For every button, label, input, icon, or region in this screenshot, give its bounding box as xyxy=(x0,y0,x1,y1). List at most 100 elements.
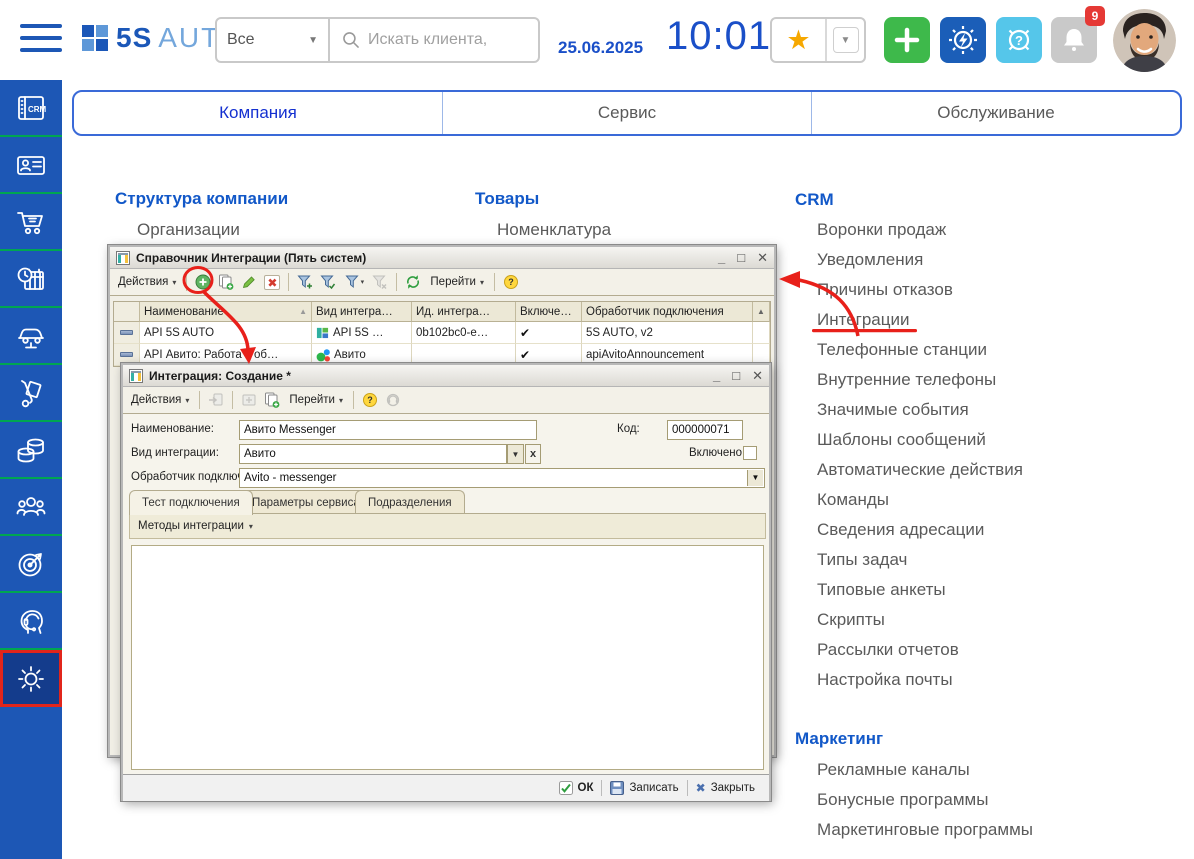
avito-logo-icon xyxy=(316,348,330,362)
refresh-button[interactable] xyxy=(403,273,423,292)
menu-item-notifications[interactable]: Уведомления xyxy=(817,250,923,270)
menu-item-phone-stations[interactable]: Телефонные станции xyxy=(817,340,987,360)
favorites-dropdown[interactable]: ▼ xyxy=(827,19,864,61)
sidebar-item-finance[interactable] xyxy=(0,422,62,479)
menu-item-addressing-info[interactable]: Сведения адресации xyxy=(817,520,984,540)
menu-item-organizations[interactable]: Организации xyxy=(137,220,240,240)
tab-maintenance[interactable]: Обслуживание xyxy=(811,92,1180,134)
name-field[interactable]: Авито Messenger xyxy=(239,420,537,440)
tab-connection-test[interactable]: Тест подключения xyxy=(129,490,253,515)
tab-departments[interactable]: Подразделения xyxy=(355,490,465,514)
menu-item-message-templates[interactable]: Шаблоны сообщений xyxy=(817,430,986,450)
maximize-button[interactable]: □ xyxy=(737,249,745,267)
close-button[interactable]: ✕ xyxy=(757,249,768,267)
header-enabled[interactable]: Включе… xyxy=(516,302,582,322)
enabled-checkbox[interactable] xyxy=(743,446,757,460)
tab-service[interactable]: Сервис xyxy=(442,92,811,134)
menu-item-integrations[interactable]: Интеграции xyxy=(817,310,910,330)
filter-clear-button[interactable] xyxy=(370,273,390,292)
window1-titlebar[interactable]: Справочник Интеграции (Пять систем) _ □ … xyxy=(110,247,774,269)
menu-item-mail-settings[interactable]: Настройка почты xyxy=(817,670,953,690)
menu-item-nomenclature[interactable]: Номенклатура xyxy=(497,220,611,240)
sidebar-item-service[interactable] xyxy=(0,308,62,365)
copy-button[interactable] xyxy=(262,391,282,410)
menu-item-significant-events[interactable]: Значимые события xyxy=(817,400,969,420)
menu-item-sales-funnels[interactable]: Воронки продаж xyxy=(817,220,946,240)
header-name[interactable]: Наименование▲ xyxy=(140,302,312,322)
header-kind[interactable]: Вид интегра… xyxy=(312,302,412,322)
handler-field[interactable]: Avito - messenger ▼ xyxy=(239,468,765,488)
sidebar-item-delivery[interactable] xyxy=(0,365,62,422)
save-button[interactable]: Записать xyxy=(602,781,686,795)
integration-methods-menu[interactable]: Методы интеграции ▾ xyxy=(129,514,766,539)
maximize-button[interactable]: □ xyxy=(732,367,740,385)
search-input[interactable] xyxy=(368,31,528,49)
close-window-button[interactable]: ✖Закрыть xyxy=(688,781,763,795)
tab-service-params[interactable]: Параметры сервиса xyxy=(239,490,373,514)
kind-dropdown-button[interactable]: ▼ xyxy=(507,444,524,464)
menu-item-marketing-programs[interactable]: Маркетинговые программы xyxy=(817,820,1033,840)
minimize-button[interactable]: _ xyxy=(718,249,725,267)
handler-dropdown-button[interactable]: ▼ xyxy=(747,470,763,486)
favorites-button[interactable]: ★ xyxy=(772,19,827,61)
ok-button[interactable]: ОК xyxy=(551,781,602,795)
sidebar-item-crm[interactable]: CRM xyxy=(0,80,62,137)
edit-row-button[interactable] xyxy=(239,273,259,292)
goto-menu-button[interactable]: Перейти▾ xyxy=(285,392,347,408)
menu-item-teams[interactable]: Команды xyxy=(817,490,889,510)
help-button[interactable]: ? xyxy=(360,391,380,410)
actions-menu-button[interactable]: Действия▾ xyxy=(114,274,180,290)
sidebar-item-contacts[interactable] xyxy=(0,137,62,194)
help-button[interactable]: ? xyxy=(996,17,1042,63)
delete-row-button[interactable]: ✖ xyxy=(262,273,282,292)
copy-row-button[interactable] xyxy=(216,273,236,292)
add-row-button[interactable] xyxy=(193,273,213,292)
hamburger-menu-icon[interactable] xyxy=(20,24,62,56)
post-button[interactable] xyxy=(239,391,259,410)
header-handler[interactable]: Обработчик подключения xyxy=(582,302,753,322)
search-scope-select[interactable]: Все ▼ xyxy=(217,19,330,61)
menu-item-report-mailings[interactable]: Рассылки отчетов xyxy=(817,640,959,660)
reread-button[interactable] xyxy=(206,391,226,410)
sidebar-item-settings[interactable] xyxy=(0,650,62,707)
window2-titlebar[interactable]: Интеграция: Создание * _ □ ✕ xyxy=(123,365,769,387)
menu-item-scripts[interactable]: Скрипты xyxy=(817,610,885,630)
sidebar-item-support[interactable] xyxy=(0,593,62,650)
sidebar-item-schedule[interactable] xyxy=(0,251,62,308)
table-row[interactable]: API 5S AUTO API 5S … 0b102bc0-e… ✔ 5S AU… xyxy=(114,322,770,344)
contact-card-icon xyxy=(15,149,47,181)
sidebar-item-targets[interactable] xyxy=(0,536,62,593)
actions-menu-button[interactable]: Действия▾ xyxy=(127,392,193,408)
menu-item-task-types[interactable]: Типы задач xyxy=(817,550,907,570)
close-button[interactable]: ✕ xyxy=(752,367,763,385)
kind-clear-button[interactable]: x xyxy=(525,444,541,464)
minimize-button[interactable]: _ xyxy=(713,367,720,385)
add-icon xyxy=(195,274,211,290)
main-tabbar: Компания Сервис Обслуживание xyxy=(72,90,1182,136)
user-avatar[interactable] xyxy=(1113,9,1176,72)
filter-history-button[interactable]: ▾ xyxy=(341,273,367,292)
menu-item-refusal-reasons[interactable]: Причины отказов xyxy=(817,280,953,300)
scroll-up-button[interactable]: ▲ xyxy=(753,302,770,322)
filter-settings-button[interactable] xyxy=(318,273,338,292)
sidebar-item-sales[interactable] xyxy=(0,194,62,251)
sidebar-item-team[interactable] xyxy=(0,479,62,536)
settings-button[interactable] xyxy=(940,17,986,63)
menu-item-auto-actions[interactable]: Автоматические действия xyxy=(817,460,1023,480)
header-id[interactable]: Ид. интегра… xyxy=(412,302,516,322)
code-field[interactable]: 000000071 xyxy=(667,420,743,440)
tab-company[interactable]: Компания xyxy=(74,92,442,134)
support-button[interactable] xyxy=(383,391,403,410)
kind-field[interactable]: Авито xyxy=(239,444,507,464)
menu-item-bonus-programs[interactable]: Бонусные программы xyxy=(817,790,988,810)
scrollbar-track[interactable] xyxy=(753,322,770,344)
filter-set-button[interactable] xyxy=(295,273,315,292)
add-button[interactable] xyxy=(884,17,930,63)
connection-test-area[interactable] xyxy=(131,545,764,770)
help-button[interactable]: ? xyxy=(501,273,521,292)
menu-item-internal-phones[interactable]: Внутренние телефоны xyxy=(817,370,996,390)
section-title-crm: CRM xyxy=(795,190,834,210)
menu-item-ad-channels[interactable]: Рекламные каналы xyxy=(817,760,970,780)
goto-menu-button[interactable]: Перейти▾ xyxy=(426,274,488,290)
menu-item-standard-questionnaires[interactable]: Типовые анкеты xyxy=(817,580,946,600)
